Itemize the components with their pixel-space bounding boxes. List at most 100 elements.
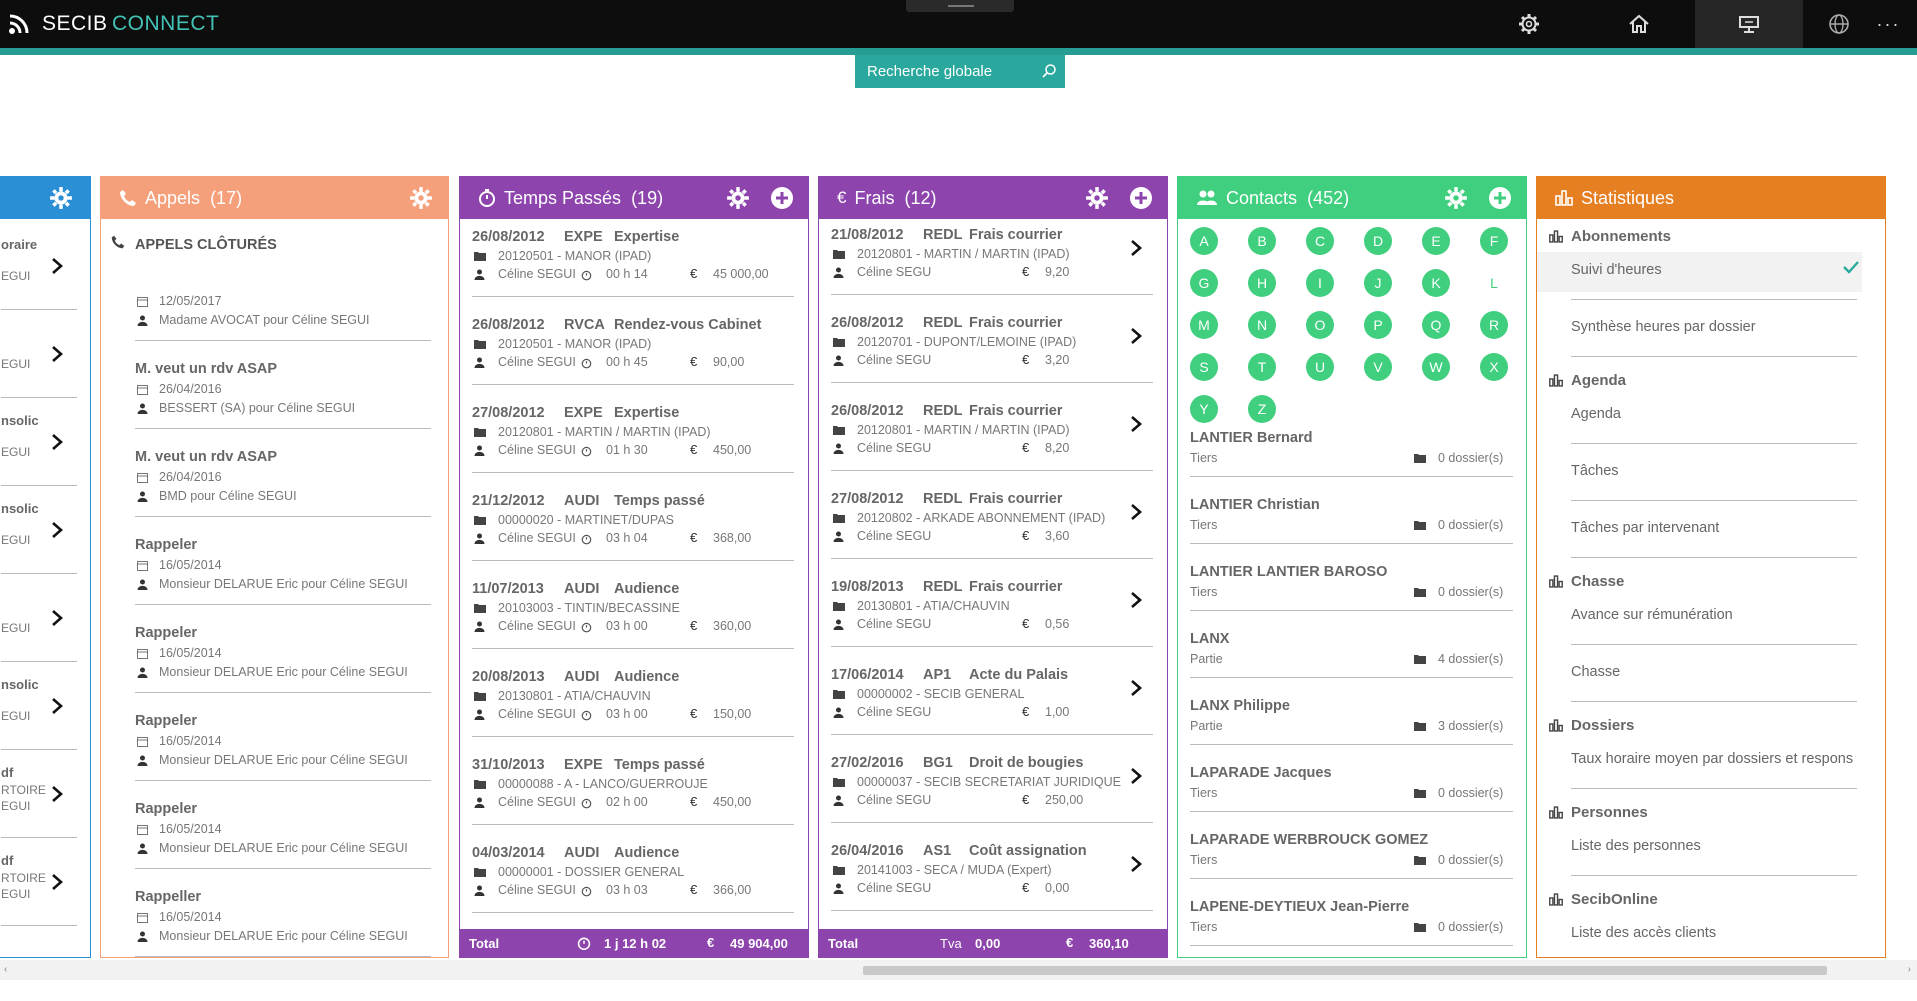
letter-filter-g[interactable]: G [1190, 269, 1218, 297]
stats-item[interactable]: Suivi d'heures [1537, 252, 1862, 300]
contact-list-item[interactable]: LANTIER Bernard Tiers 0 dossier(s) [1178, 430, 1526, 497]
letter-filter-u[interactable]: U [1306, 353, 1334, 381]
stats-item[interactable]: Taux horaire moyen par dossiers et respo… [1537, 741, 1862, 789]
frais-list-item[interactable]: 26/08/2012 REDL Frais courrier 20120701 - D… [819, 315, 1167, 403]
letter-filter-r[interactable]: R [1480, 311, 1508, 339]
letter-filter-z[interactable]: Z [1248, 395, 1276, 423]
letter-filter-s[interactable]: S [1190, 353, 1218, 381]
stats-item[interactable]: Tâches [1537, 453, 1862, 501]
horizontal-scrollbar[interactable]: ‹ › [0, 960, 1917, 980]
frais-list-item[interactable]: 19/08/2013 REDL Frais courrier 20130801 - A… [819, 579, 1167, 667]
appel-list-item[interactable]: Rappeler 16/05/2014 Monsieur DELARUE Eric … [101, 625, 448, 713]
frais-list-item[interactable]: 17/06/2014 AP1 Acte du Palais 00000002 - SE… [819, 667, 1167, 755]
home-button[interactable] [1585, 0, 1693, 48]
temps-list-item[interactable]: 26/08/2012 RVCA Rendez-vous Cabinet 2012050… [460, 317, 808, 405]
partial-row[interactable]: oraire EGUI [0, 227, 90, 313]
letter-filter-k[interactable]: K [1422, 269, 1450, 297]
frais-gear-icon[interactable] [1085, 186, 1109, 215]
temps-list-item[interactable]: 26/08/2012 EXPE Expertise 20120501 - MANOR … [460, 229, 808, 317]
euro-icon: € [690, 794, 698, 809]
partial-panel-gear-icon[interactable] [49, 186, 73, 215]
partial-row[interactable]: EGUI [0, 579, 90, 665]
more-button[interactable]: ··· [1860, 0, 1917, 48]
appel-list-item[interactable]: Rappeller 16/05/2014 Monsieur DELARUE Eric… [101, 889, 448, 957]
appel-list-item[interactable]: Rappeler 16/05/2014 Monsieur DELARUE Eric … [101, 713, 448, 801]
partial-row[interactable]: nsolic EGUI [0, 491, 90, 577]
letter-filter-l[interactable]: L [1480, 269, 1508, 297]
stats-item[interactable]: Liste des accès clients [1537, 915, 1862, 955]
search-icon[interactable] [1041, 63, 1057, 83]
letter-filter-d[interactable]: D [1364, 227, 1392, 255]
letter-filter-w[interactable]: W [1422, 353, 1450, 381]
letter-filter-a[interactable]: A [1190, 227, 1218, 255]
scroll-left-icon[interactable]: ‹ [4, 964, 7, 975]
frais-list-item[interactable]: 27/08/2012 REDL Frais courrier 20120802 - A… [819, 491, 1167, 579]
window-grip[interactable] [906, 0, 1014, 12]
letter-filter-x[interactable]: X [1480, 353, 1508, 381]
partial-row[interactable]: df RTOIRE EGUI [0, 755, 90, 841]
letter-filter-f[interactable]: F [1480, 227, 1508, 255]
contact-list-item[interactable]: LAPARADE WERBROUCK GOMEZ Tiers 0 dossier(s… [1178, 832, 1526, 899]
temps-list-item[interactable]: 20/08/2013 AUDI Audience 20130801 - ATIA/CH… [460, 669, 808, 757]
stats-item[interactable]: Agenda [1537, 396, 1862, 444]
letter-filter-j[interactable]: J [1364, 269, 1392, 297]
folder-icon [1414, 788, 1426, 798]
stats-item[interactable]: Tâches par intervenant [1537, 510, 1862, 558]
stats-item[interactable]: Synthèse heures par dossier [1537, 309, 1862, 357]
divider [135, 780, 431, 781]
scrollbar-thumb[interactable] [863, 966, 1827, 975]
frais-list-item[interactable]: 27/02/2016 BG1 Droit de bougies 00000037 - … [819, 755, 1167, 843]
temps-list-item[interactable]: 21/12/2012 AUDI Temps passé 00000020 - MART… [460, 493, 808, 581]
letter-filter-b[interactable]: B [1248, 227, 1276, 255]
partial-row[interactable]: nsolic EGUI [0, 403, 90, 489]
temps-list-item[interactable]: 04/03/2014 AUDI Audience 00000001 - DOSSIER… [460, 845, 808, 933]
temps-list-item[interactable]: 11/07/2013 AUDI Audience 20103003 - TINTIN/… [460, 581, 808, 669]
contacts-gear-icon[interactable] [1444, 186, 1468, 215]
global-search-input[interactable]: Recherche globale [855, 55, 1065, 88]
contacts-add-icon[interactable] [1488, 186, 1512, 215]
temps-add-icon[interactable] [770, 186, 794, 215]
appels-gear-icon[interactable] [409, 186, 433, 215]
stats-item[interactable]: Avance sur rémunération [1537, 597, 1862, 645]
frais-list-item[interactable]: 21/08/2012 REDL Frais courrier 20120801 - M… [819, 227, 1167, 315]
partial-row[interactable]: EGUI [0, 315, 90, 401]
scroll-right-icon[interactable]: › [1908, 964, 1911, 975]
contact-list-item[interactable]: LANTIER LANTIER BAROSO Tiers 0 dossier(s) [1178, 564, 1526, 631]
temps-list-item[interactable]: 31/10/2013 EXPE Temps passé 00000088 - A - … [460, 757, 808, 845]
letter-filter-t[interactable]: T [1248, 353, 1276, 381]
appel-list-item[interactable]: 12/05/2017 Madame AVOCAT pour Céline SEGU… [101, 273, 448, 361]
divider [135, 340, 431, 341]
appel-list-item[interactable]: Rappeler 16/05/2014 Monsieur DELARUE Eric … [101, 801, 448, 889]
letter-filter-y[interactable]: Y [1190, 395, 1218, 423]
contact-list-item[interactable]: LAPENE-DEYTIEUX Jean-Pierre Tiers 0 dossie… [1178, 899, 1526, 957]
letter-filter-e[interactable]: E [1422, 227, 1450, 255]
letter-filter-p[interactable]: P [1364, 311, 1392, 339]
temps-gear-icon[interactable] [726, 186, 750, 215]
stats-item[interactable]: Chasse [1537, 654, 1862, 702]
stats-item[interactable]: Liste des personnes [1537, 828, 1862, 876]
contact-list-item[interactable]: LAPARADE Jacques Tiers 0 dossier(s) [1178, 765, 1526, 832]
letter-filter-o[interactable]: O [1306, 311, 1334, 339]
letter-filter-q[interactable]: Q [1422, 311, 1450, 339]
letter-filter-c[interactable]: C [1306, 227, 1334, 255]
letter-filter-n[interactable]: N [1248, 311, 1276, 339]
appel-list-item[interactable]: M. veut un rdv ASAP 26/04/2016 BESSERT (SA… [101, 361, 448, 449]
appel-list-item[interactable]: Rappeler 16/05/2014 Monsieur DELARUE Eric … [101, 537, 448, 625]
frais-date: 27/02/2016 [831, 755, 904, 771]
partial-row[interactable]: nsolic EGUI [0, 667, 90, 753]
letter-filter-m[interactable]: M [1190, 311, 1218, 339]
letter-filter-i[interactable]: I [1306, 269, 1334, 297]
partial-row[interactable]: df RTOIRE EGUI [0, 843, 90, 929]
contact-list-item[interactable]: LANX Partie 4 dossier(s) [1178, 631, 1526, 698]
contact-list-item[interactable]: LANX Philippe Partie 3 dossier(s) [1178, 698, 1526, 765]
appel-list-item[interactable]: M. veut un rdv ASAP 26/04/2016 BMD pour Cé… [101, 449, 448, 537]
contact-list-item[interactable]: LANTIER Christian Tiers 0 dossier(s) [1178, 497, 1526, 564]
temps-list-item[interactable]: 27/08/2012 EXPE Expertise 20120801 - MARTIN… [460, 405, 808, 493]
letter-filter-h[interactable]: H [1248, 269, 1276, 297]
frais-list-item[interactable]: 26/04/2016 AS1 Coût assignation 20141003 - … [819, 843, 1167, 931]
letter-filter-v[interactable]: V [1364, 353, 1392, 381]
divider [135, 604, 431, 605]
settings-button[interactable] [1475, 0, 1583, 48]
frais-add-icon[interactable] [1129, 186, 1153, 215]
frais-list-item[interactable]: 26/08/2012 REDL Frais courrier 20120801 - M… [819, 403, 1167, 491]
